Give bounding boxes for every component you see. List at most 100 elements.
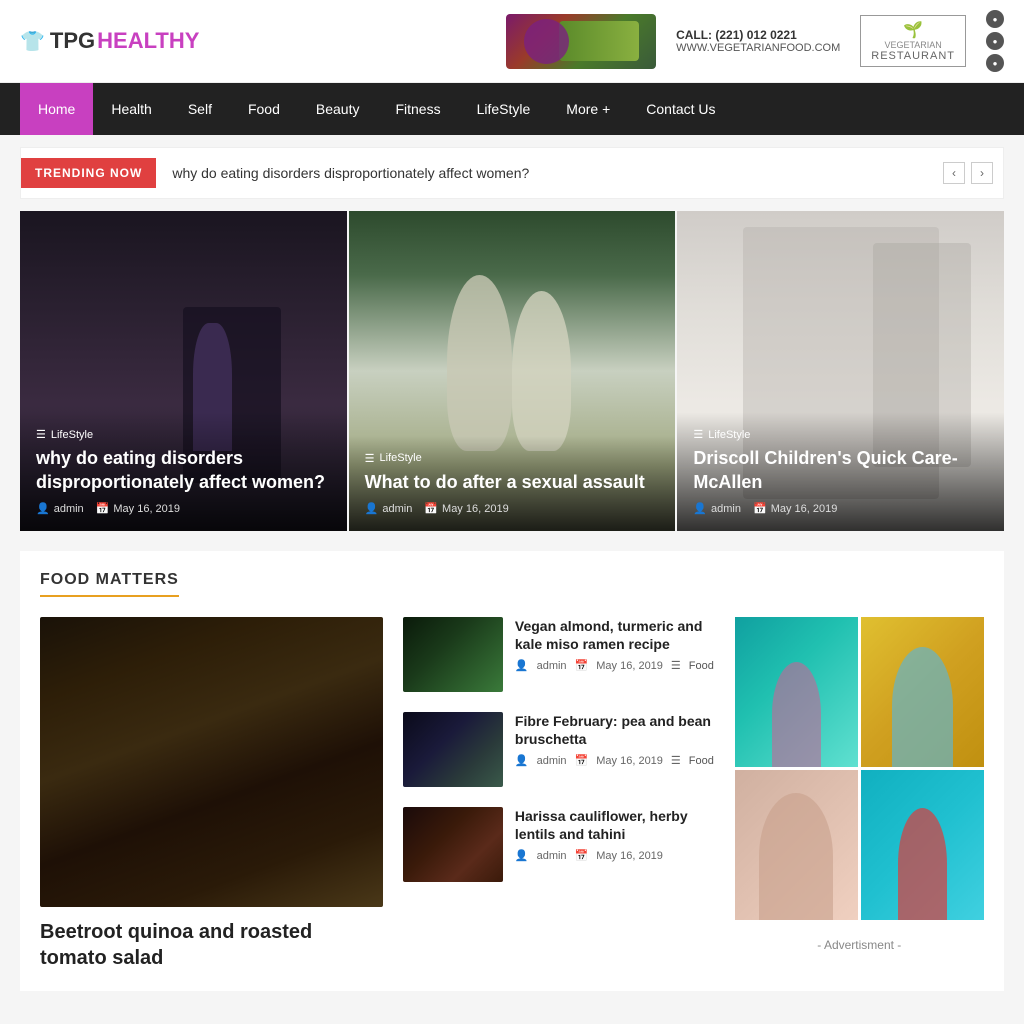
nav-item-contact[interactable]: Contact Us [628,83,733,135]
site-header: 👕 TPG HEALTHY CALL: (221) 012 0221 WWW.V… [0,0,1024,83]
date-icon-3: 📅 [753,502,767,515]
food-article-3-title: Harissa cauliflower, herby lentils and t… [515,807,715,843]
header-food-image [506,14,656,69]
call-info: CALL: (221) 012 0221 WWW.VEGETARIANFOOD.… [676,28,840,54]
article-2-cat-icon: ☰ [671,754,681,767]
food-main-article[interactable]: Beetroot quinoa and roasted tomato salad [40,617,383,971]
nav-link-health[interactable]: Health [93,83,169,135]
hero-grid: ☰ LifeStyle why do eating disorders disp… [20,211,1004,531]
hero-card-2[interactable]: ☰ LifeStyle What to do after a sexual as… [349,211,676,531]
hero-card-1-category: ☰ LifeStyle [36,428,331,441]
logo-icon: 👕 [20,29,45,54]
trending-text: why do eating disorders disproportionate… [172,165,943,181]
nav-link-food[interactable]: Food [230,83,298,135]
main-nav: Home Health Self Food Beauty Fitness Lif… [0,83,1024,135]
nav-link-beauty[interactable]: Beauty [298,83,378,135]
hero-card-3-title: Driscoll Children's Quick Care-McAllen [693,447,988,494]
food-article-3-image [403,807,503,882]
food-section-title: FOOD MATTERS [40,571,179,597]
nav-item-more[interactable]: More + [548,83,628,135]
nav-item-lifestyle[interactable]: LifeStyle [459,83,549,135]
food-main-title: Beetroot quinoa and roasted tomato salad [40,919,383,971]
call-number: CALL: (221) 012 0221 [676,28,840,42]
date-icon-2: 📅 [424,502,438,515]
article-1-author-icon: 👤 [515,659,529,672]
nav-item-self[interactable]: Self [170,83,230,135]
food-article-2[interactable]: Fibre February: pea and bean bruschetta … [403,712,715,787]
trending-bar: TRENDING NOW why do eating disorders dis… [20,147,1004,199]
hero-card-2-category: ☰ LifeStyle [365,452,660,465]
article-2-date: May 16, 2019 [596,755,663,767]
hero-card-1-date: 📅 May 16, 2019 [96,502,180,515]
nav-list: Home Health Self Food Beauty Fitness Lif… [20,83,1004,135]
author-icon-2: 👤 [365,502,379,515]
food-article-1-title: Vegan almond, turmeric and kale miso ram… [515,617,715,653]
hero-card-3[interactable]: ☰ LifeStyle Driscoll Children's Quick Ca… [677,211,1004,531]
article-3-author-icon: 👤 [515,849,529,862]
nav-item-fitness[interactable]: Fitness [377,83,458,135]
trending-arrows: ‹ › [943,162,993,184]
category-icon: ☰ [36,428,46,441]
fashion-img-1 [735,617,858,767]
hero-card-2-date: 📅 May 16, 2019 [424,502,508,515]
food-article-2-content: Fibre February: pea and bean bruschetta … [515,712,715,787]
social-icon-2[interactable]: ● [986,32,1004,50]
nav-item-food[interactable]: Food [230,83,298,135]
hero-card-1[interactable]: ☰ LifeStyle why do eating disorders disp… [20,211,347,531]
article-2-category: Food [689,755,714,767]
hero-card-3-author: 👤 admin [693,502,741,515]
hero-card-2-meta: 👤 admin 📅 May 16, 2019 [365,502,660,515]
hero-card-3-date: 📅 May 16, 2019 [753,502,837,515]
veg-icon: 🌱 [871,20,955,40]
hero-card-3-overlay: ☰ LifeStyle Driscoll Children's Quick Ca… [677,412,1004,531]
social-icons: ● ● ● [986,10,1004,72]
nav-link-contact[interactable]: Contact Us [628,83,733,135]
article-3-date: May 16, 2019 [596,850,663,862]
nav-link-fitness[interactable]: Fitness [377,83,458,135]
article-1-cat-icon: ☰ [671,659,681,672]
author-icon-3: 👤 [693,502,707,515]
article-2-date-icon: 📅 [575,754,589,767]
food-main-image [40,617,383,907]
category-icon-3: ☰ [693,428,703,441]
food-article-3-content: Harissa cauliflower, herby lentils and t… [515,807,715,882]
restaurant-label: RESTAURANT [871,50,955,62]
nav-link-lifestyle[interactable]: LifeStyle [459,83,549,135]
hero-card-3-meta: 👤 admin 📅 May 16, 2019 [693,502,988,515]
social-icon-3[interactable]: ● [986,54,1004,72]
logo-tpg: TPG [50,28,95,54]
hero-card-1-meta: 👤 admin 📅 May 16, 2019 [36,502,331,515]
hero-card-2-author: 👤 admin [365,502,413,515]
author-icon: 👤 [36,502,50,515]
article-2-author: admin [537,755,567,767]
trending-prev-arrow[interactable]: ‹ [943,162,965,184]
article-1-date: May 16, 2019 [596,660,663,672]
nav-item-home[interactable]: Home [20,83,93,135]
category-icon-2: ☰ [365,452,375,465]
social-icon-1[interactable]: ● [986,10,1004,28]
food-article-3-meta: 👤 admin 📅 May 16, 2019 [515,849,715,862]
article-3-author: admin [537,850,567,862]
food-article-2-title: Fibre February: pea and bean bruschetta [515,712,715,748]
nav-item-health[interactable]: Health [93,83,169,135]
hero-card-1-title: why do eating disorders disproportionate… [36,447,331,494]
hero-card-2-title: What to do after a sexual assault [365,471,660,494]
hero-card-1-author: 👤 admin [36,502,84,515]
site-logo[interactable]: 👕 TPG HEALTHY [20,28,199,54]
vegetarian-label: VEGETARIAN [871,40,955,50]
nav-link-self[interactable]: Self [170,83,230,135]
nav-link-more[interactable]: More + [548,83,628,135]
fashion-img-4 [861,770,984,920]
nav-item-beauty[interactable]: Beauty [298,83,378,135]
ad-label: - Advertisment - [735,930,984,960]
trending-label: TRENDING NOW [21,158,156,188]
fashion-img-3 [735,770,858,920]
food-article-2-meta: 👤 admin 📅 May 16, 2019 ☰ Food [515,754,715,767]
logo-healthy: HEALTHY [97,28,199,54]
food-article-3[interactable]: Harissa cauliflower, herby lentils and t… [403,807,715,882]
nav-link-home[interactable]: Home [20,83,93,135]
food-article-1-content: Vegan almond, turmeric and kale miso ram… [515,617,715,692]
trending-next-arrow[interactable]: › [971,162,993,184]
food-article-1[interactable]: Vegan almond, turmeric and kale miso ram… [403,617,715,692]
food-article-2-image [403,712,503,787]
